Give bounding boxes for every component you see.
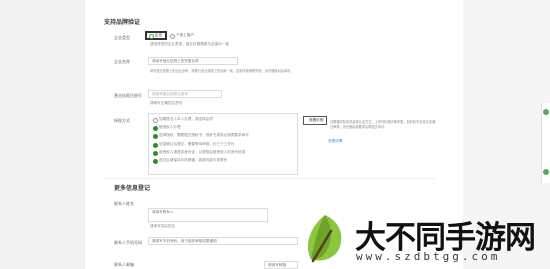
side-dot-icon[interactable] (543, 169, 549, 175)
field-hint: 请填写真实姓名 (150, 224, 176, 228)
radio-dot-icon (149, 34, 154, 39)
section-divider (105, 178, 435, 179)
leaf-logo-icon (307, 215, 342, 263)
watermark-url: www.szdbtgg.com (356, 250, 501, 263)
option-radio[interactable] (153, 151, 158, 156)
option-text: 提交后请保持手机畅通，客服可能与您联系 (159, 158, 228, 162)
option-text: 信息确认后提交，需要等待审核，约三个工作日 (159, 142, 235, 146)
side-dot-icon[interactable] (543, 109, 549, 115)
option-radio[interactable] (153, 143, 158, 148)
field-label: 企业类型 (114, 35, 130, 40)
license-number-input[interactable]: 请填写营业执照注册号 (148, 90, 222, 98)
field-label: 联系人手机号码 (114, 240, 142, 245)
radio-individual[interactable] (170, 34, 175, 39)
field-label: 联系人姓名 (114, 201, 134, 206)
section-title: 支持品牌验证 (104, 19, 141, 26)
company-name-input[interactable]: 请填写营业执照上的完整名称 (148, 57, 238, 65)
field-label: 营业执照注册号 (114, 93, 142, 98)
section-title: 更多信息登记 (114, 185, 151, 192)
contact-phone-input[interactable]: 请填写手机号码，用于接收审核结果通知 (148, 237, 298, 245)
option-text: 被授权人请提供身份证，以便核实被授权人的身份信息 (159, 150, 246, 154)
tip-text: 请根据实际情况选择认证方式，上传材料需清晰完整，如材料不全将无法通过审核，请仔细… (330, 120, 436, 129)
field-label: 企业名称 (114, 59, 130, 64)
contact-email-input[interactable]: 请填写邮箱 (264, 261, 298, 269)
field-label: 授权方式 (114, 118, 130, 123)
radio-individual-label: 个体工商户 (176, 33, 194, 37)
view-example-button[interactable]: 查看示例 (303, 116, 327, 125)
radio-company[interactable]: 企业 (145, 31, 167, 40)
field-hint: 请选择您的企业类型，营业执照需要与此保持一致 (150, 42, 230, 46)
option-radio[interactable] (153, 126, 158, 131)
contact-name-input[interactable]: 请填写联系人 (148, 208, 268, 222)
option-text: 如果是法人本人办理，请选择此项 (159, 117, 213, 121)
option-text: 选择授权，需要提交授权书，授权书请务必按照要求填写 (159, 133, 249, 137)
floating-side-toolbar[interactable] (541, 103, 550, 183)
field-hint: 请填写正确的注册号 (150, 101, 183, 105)
option-radio[interactable] (153, 134, 158, 139)
field-label: 联系人邮箱 (114, 262, 134, 267)
tip-link[interactable]: 查看详情 (328, 139, 342, 144)
option-radio[interactable] (153, 118, 158, 123)
option-text: 被授权人办理 (159, 125, 181, 129)
option-radio[interactable] (153, 159, 158, 164)
field-hint: 填写营业执照上的企业全称，需要与营业执照上的名称一致，否则可能审核失败，请仔细核… (150, 69, 294, 73)
